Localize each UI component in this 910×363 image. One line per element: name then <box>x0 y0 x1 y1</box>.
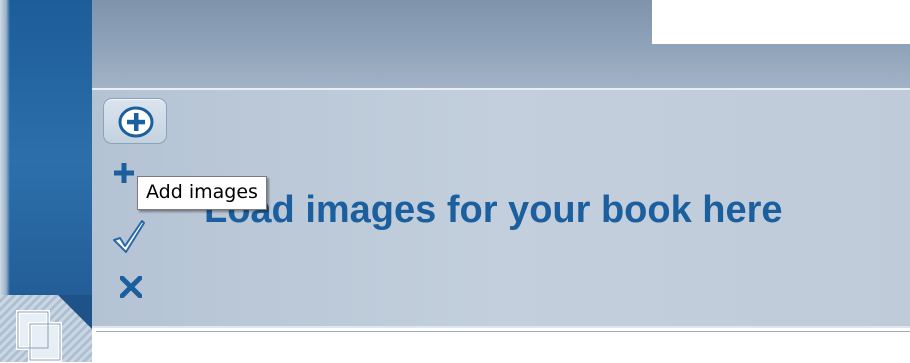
add-circle-icon <box>118 106 154 138</box>
content-area <box>96 331 910 363</box>
checkmark-icon[interactable] <box>112 218 146 254</box>
header-white-area <box>652 0 910 44</box>
pages-stack-icon[interactable] <box>14 310 74 362</box>
tooltip: Add images <box>137 176 267 210</box>
plus-icon[interactable] <box>113 162 135 184</box>
divider <box>92 326 910 328</box>
page-heading: Load images for your book here <box>204 189 783 231</box>
remove-x-icon[interactable] <box>120 276 142 298</box>
add-images-button[interactable] <box>103 98 167 144</box>
